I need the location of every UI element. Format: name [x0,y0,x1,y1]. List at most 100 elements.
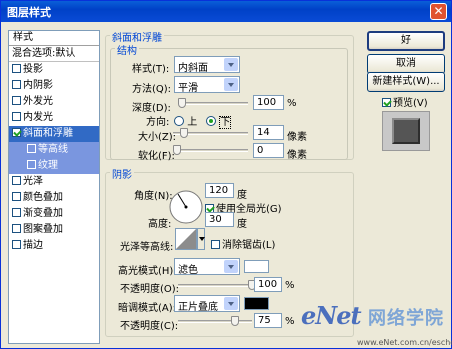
ok-button[interactable]: 好 [367,31,445,51]
styles-header[interactable]: 样式 [9,31,99,46]
style-item[interactable]: 颜色叠加 [9,190,99,206]
style-item-label: 描边 [23,240,43,251]
direction-up-radio-dot[interactable] [174,116,184,126]
highlight-mode-select[interactable]: 滤色 [174,258,240,276]
style-item-checkbox[interactable] [12,96,21,105]
new-style-button[interactable]: 新建样式(W)... [367,72,445,92]
size-label: 大小(Z): [138,132,177,143]
title-bar[interactable]: 图层样式 ✕ [1,1,451,22]
highlight-opacity-value: 100 [258,279,278,290]
shadow-opacity-track[interactable] [178,320,252,323]
style-item[interactable]: 斜面和浮雕 [9,126,99,142]
shadow-color-swatch[interactable] [244,297,269,310]
highlight-opacity-track[interactable] [178,284,252,287]
style-item-label: 内发光 [23,112,53,123]
style-item[interactable]: 外发光 [9,94,99,110]
highlight-mode-value: 滤色 [178,265,198,276]
shadow-opacity-label: 不透明度(C): [120,321,179,332]
cancel-button[interactable]: 取消 [367,54,445,74]
style-item[interactable]: 渐变叠加 [9,206,99,222]
preview-check[interactable] [382,98,391,107]
technique-value: 平滑 [178,83,198,94]
preview-checkbox[interactable]: 预览(V) [382,94,428,109]
style-item-checkbox[interactable] [12,240,21,249]
direction-up-radio[interactable]: 上 [174,113,197,128]
style-item[interactable]: 描边 [9,238,99,254]
style-item-label: 等高线 [38,144,68,155]
highlight-color-swatch[interactable] [244,260,269,273]
shadow-mode-value: 正片叠底 [178,302,218,313]
highlight-opacity-input[interactable]: 100 [254,277,282,292]
style-item-checkbox[interactable] [12,128,21,137]
soften-slider-thumb[interactable] [173,145,181,155]
shadow-opacity-input[interactable]: 75 [254,313,282,328]
structure-title: 结构 [115,42,139,57]
style-preview-thumbnail [382,111,430,151]
style-item-label: 颜色叠加 [23,192,63,203]
direction-label: 方向: [146,117,170,128]
direction-down-radio[interactable]: 下 [206,113,232,129]
style-item-label: 光泽 [23,176,43,187]
gloss-contour-picker[interactable] [175,228,197,250]
style-item[interactable]: 投影 [9,62,99,78]
angle-label: 角度(N): [134,191,173,202]
highlight-opacity-unit: % [285,280,295,291]
depth-value: 100 [257,97,277,108]
close-button[interactable]: ✕ [430,3,447,20]
antialias-check[interactable] [211,240,220,249]
style-item[interactable]: 内阴影 [9,78,99,94]
chevron-down-icon [224,297,238,310]
angle-dial[interactable] [168,189,204,225]
size-input[interactable]: 14 [253,125,284,140]
style-item[interactable]: 纹理 [9,158,99,174]
antialias-label: 消除锯齿(L) [222,240,276,251]
highlight-opacity-label: 不透明度(O): [120,284,180,295]
antialias-checkbox[interactable]: 消除锯齿(L) [211,236,275,251]
gloss-contour-label: 光泽等高线: [120,242,174,253]
style-item-checkbox[interactable] [12,176,21,185]
style-item[interactable]: 光泽 [9,174,99,190]
soften-input[interactable]: 0 [253,143,284,158]
preview-swatch [392,118,420,144]
style-item-checkbox[interactable] [12,64,21,73]
style-item[interactable]: 混合选项:默认 [9,46,99,62]
style-item-label: 图案叠加 [23,224,63,235]
depth-input[interactable]: 100 [253,95,284,110]
shadow-mode-label: 暗调模式(A): [118,303,177,314]
style-item-checkbox[interactable] [12,192,21,201]
shadow-mode-select[interactable]: 正片叠底 [174,295,240,313]
bevel-style-select[interactable]: 内斜面 [174,56,240,74]
window-title: 图层样式 [7,6,51,19]
style-item-label: 斜面和浮雕 [23,128,73,139]
depth-slider-thumb[interactable] [178,98,186,108]
shadow-opacity-unit: % [285,316,295,327]
bevel-style-value: 内斜面 [178,63,208,74]
shadow-opacity-thumb[interactable] [230,316,239,326]
style-item-checkbox[interactable] [12,80,21,89]
chevron-down-icon [199,237,205,241]
highlight-mode-label: 高光模式(H): [118,266,177,277]
depth-slider-track[interactable] [178,102,248,105]
style-item-checkbox[interactable] [12,224,21,233]
style-item-checkbox[interactable] [27,160,36,169]
style-item-checkbox[interactable] [12,208,21,217]
style-item[interactable]: 图案叠加 [9,222,99,238]
gloss-contour-dropdown[interactable] [197,228,205,250]
size-slider-thumb[interactable] [180,128,189,138]
style-item-checkbox[interactable] [27,144,36,153]
preview-label: 预览(V) [393,98,428,109]
soften-slider-track[interactable] [173,149,248,152]
style-item-label: 外发光 [23,96,53,107]
angle-unit: 度 [237,190,247,201]
style-item-checkbox[interactable] [12,112,21,121]
direction-down-label: 下 [219,116,232,129]
style-item[interactable]: 内发光 [9,110,99,126]
style-item-label: 渐变叠加 [23,208,63,219]
technique-select[interactable]: 平滑 [174,76,240,94]
style-item[interactable]: 等高线 [9,142,99,158]
direction-down-radio-dot[interactable] [206,116,216,126]
angle-input[interactable]: 120 [205,183,234,198]
watermark-chinese: 网络学院 [368,308,444,329]
altitude-input[interactable]: 30 [205,212,234,227]
style-item-label: 投影 [23,64,43,75]
